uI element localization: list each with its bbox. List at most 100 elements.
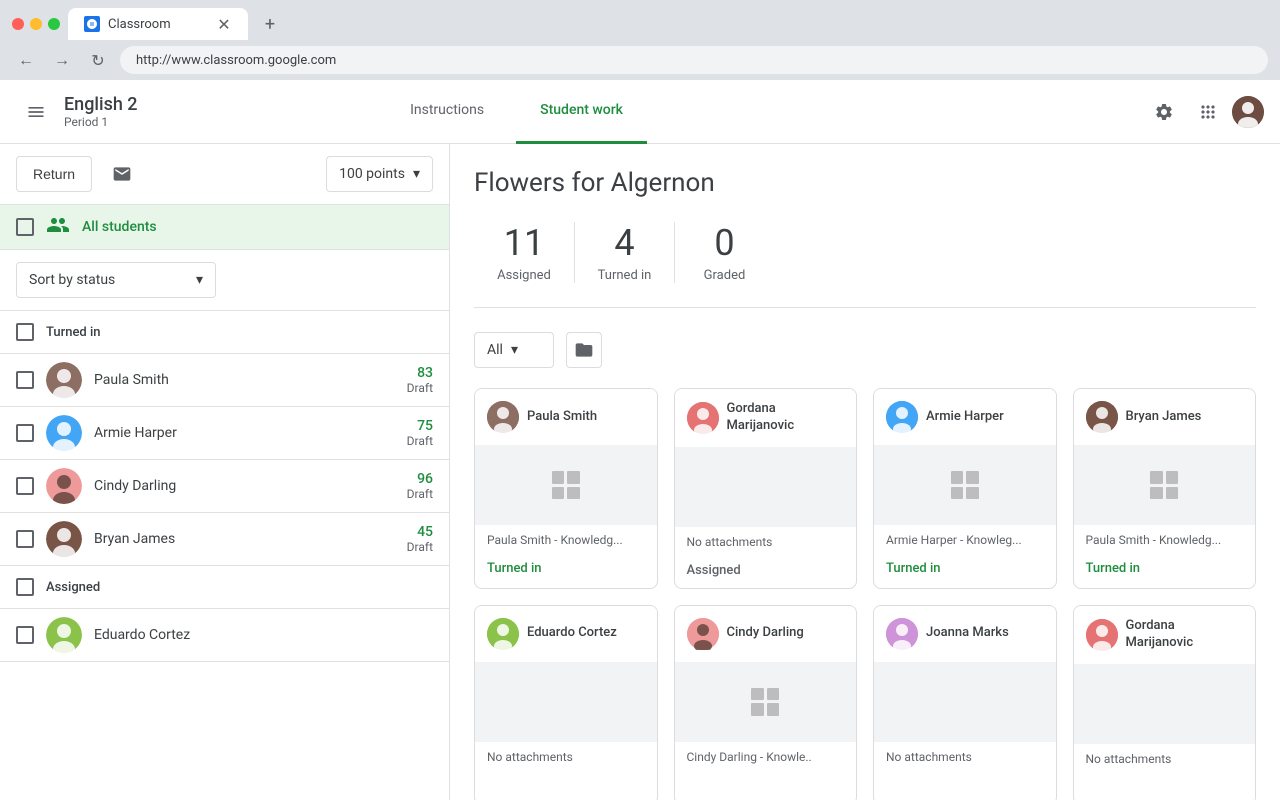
card-student-name: Gordana Marijanovic [1126,618,1244,652]
apps-button[interactable] [1188,92,1228,132]
settings-button[interactable] [1144,92,1184,132]
avatar [46,362,82,398]
student-card[interactable]: Joanna Marks No attachments [873,605,1057,800]
mail-button[interactable] [104,156,140,192]
all-students-label: All students [82,219,157,235]
avatar [46,617,82,653]
card-student-name: Cindy Darling [727,625,804,642]
nav-actions [1144,92,1264,132]
sort-select[interactable]: Sort by status ▾ [16,262,216,298]
stat-turned-in-number: 4 [575,222,674,264]
card-attachment [675,662,857,742]
card-attachment-text: Paula Smith - Knowledg... [1074,525,1256,555]
filter-chevron-icon: ▾ [511,342,518,358]
stat-graded-number: 0 [675,222,774,264]
student-name-armie: Armie Harper [94,425,395,441]
course-title: English 2 [64,94,138,115]
card-attachment [675,447,857,527]
avatar [46,521,82,557]
attachment-icon [552,471,580,499]
all-students-checkbox[interactable] [16,218,34,236]
student-checkbox-eduardo[interactable] [16,626,34,644]
card-student-name: Bryan James [1126,409,1202,426]
left-panel: Return 100 points ▾ All students Sort [0,144,450,800]
student-grade-bryan: 45 Draft [407,524,433,554]
address-bar-row: ← → ↻ http://www.classroom.google.com [0,40,1280,80]
tab-title: Classroom [108,17,171,32]
assignment-title: Flowers for Algernon [474,168,1256,198]
avatar [687,402,719,434]
student-checkbox-armie[interactable] [16,424,34,442]
reload-button[interactable]: ↻ [84,46,112,74]
return-button[interactable]: Return [16,156,92,192]
card-header: Gordana Marijanovic [675,389,857,447]
card-attachment [1074,445,1256,525]
all-students-row[interactable]: All students [0,205,449,250]
card-student-name: Joanna Marks [926,625,1009,642]
student-list: Turned in Paula Smith 83 Draft [0,311,449,800]
tab-student-work[interactable]: Student work [516,80,647,144]
attachment-icon [1150,471,1178,499]
student-card[interactable]: Gordana Marijanovic No attachments Assig… [674,388,858,589]
card-header: Paula Smith [475,389,657,445]
section-checkbox-assigned[interactable] [16,578,34,596]
avatar [886,401,918,433]
browser-chrome: Classroom ✕ + ← → ↻ http://www.classroom… [0,0,1280,80]
list-item[interactable]: Paula Smith 83 Draft [0,354,449,407]
tab-close-button[interactable]: ✕ [216,16,232,32]
section-label-turned-in: Turned in [46,325,101,340]
section-label-assigned: Assigned [46,580,100,595]
tab-instructions[interactable]: Instructions [386,80,508,144]
list-item[interactable]: Bryan James 45 Draft [0,513,449,566]
card-attachment-text: Paula Smith - Knowledg... [475,525,657,555]
avatar [46,468,82,504]
card-attachment [475,662,657,742]
card-attachment [874,662,1056,742]
close-window-button[interactable] [12,18,24,30]
points-chevron-icon: ▾ [413,166,420,182]
avatar [1086,619,1118,651]
student-card[interactable]: Bryan James Paula Smith - Knowledg... Tu… [1073,388,1257,589]
maximize-window-button[interactable] [48,18,60,30]
student-name-bryan: Bryan James [94,531,395,547]
filter-select[interactable]: All ▾ [474,332,554,368]
student-checkbox-cindy[interactable] [16,477,34,495]
list-item[interactable]: Eduardo Cortez [0,609,449,662]
student-checkbox-paula[interactable] [16,371,34,389]
menu-button[interactable] [16,92,56,132]
card-header: Armie Harper [874,389,1056,445]
student-card[interactable]: Armie Harper Armie Harper - Knowleg... T… [873,388,1057,589]
address-bar[interactable]: http://www.classroom.google.com [120,46,1268,74]
card-student-name: Armie Harper [926,409,1004,426]
active-tab[interactable]: Classroom ✕ [68,8,248,40]
avatar [886,618,918,650]
student-card[interactable]: Cindy Darling Cindy Darling - Knowle.. [674,605,858,800]
avatar [687,618,719,650]
card-header: Cindy Darling [675,606,857,662]
list-item[interactable]: Armie Harper 75 Draft [0,407,449,460]
student-card[interactable]: Gordana Marijanovic No attachments [1073,605,1257,800]
folder-button[interactable] [566,332,602,368]
section-checkbox-turned-in[interactable] [16,323,34,341]
card-header: Gordana Marijanovic [1074,606,1256,664]
new-tab-button[interactable]: + [256,10,284,38]
student-name-eduardo: Eduardo Cortez [94,627,433,643]
student-card[interactable]: Paula Smith Paula Smith - Knowledg... Tu… [474,388,658,589]
minimize-window-button[interactable] [30,18,42,30]
stat-assigned: 11 Assigned [474,222,574,283]
forward-button[interactable]: → [48,46,76,74]
card-header: Bryan James [1074,389,1256,445]
student-checkbox-bryan[interactable] [16,530,34,548]
sort-row: Sort by status ▾ [0,250,449,311]
traffic-lights [12,18,60,30]
card-header: Eduardo Cortez [475,606,657,662]
points-select[interactable]: 100 points ▾ [326,156,433,192]
student-card[interactable]: Eduardo Cortez No attachments [474,605,658,800]
list-item[interactable]: Cindy Darling 96 Draft [0,460,449,513]
card-status: Turned in [1074,555,1256,586]
sort-chevron-icon: ▾ [196,272,203,288]
stats-row: 11 Assigned 4 Turned in 0 Graded [474,222,1256,308]
user-avatar[interactable] [1232,96,1264,128]
back-button[interactable]: ← [12,46,40,74]
app: English 2 Period 1 Instructions Student … [0,80,1280,800]
